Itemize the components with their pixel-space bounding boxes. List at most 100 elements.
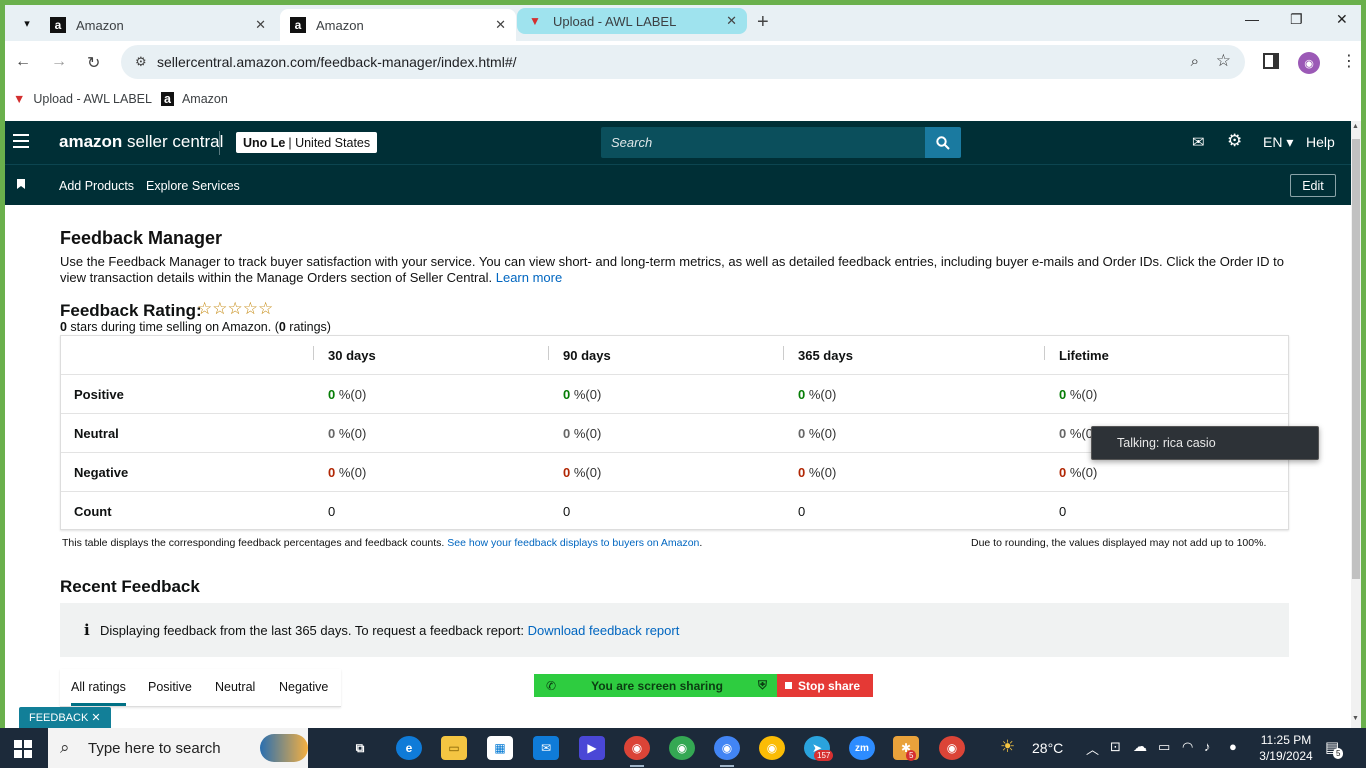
seller-central-logo[interactable]: amazon seller central: [59, 132, 223, 152]
mail-icon[interactable]: ✉: [1192, 133, 1205, 151]
stop-share-button[interactable]: Stop share: [777, 674, 873, 697]
language-selector[interactable]: EN ▾: [1263, 134, 1293, 151]
chrome-profile-icon[interactable]: ◉: [669, 736, 695, 760]
windows-start-icon[interactable]: [14, 740, 32, 758]
edit-button[interactable]: Edit: [1290, 174, 1336, 197]
zoom-icon[interactable]: ⌕: [1191, 53, 1199, 70]
row-label: Neutral: [74, 426, 119, 441]
profile-avatar[interactable]: ◉: [1298, 52, 1320, 74]
bookmark-label: Amazon: [181, 92, 228, 106]
chrome-icon[interactable]: ◉: [624, 736, 650, 760]
tab-all-ratings[interactable]: All ratings: [71, 680, 126, 706]
bookmark-amazon[interactable]: a Amazon: [161, 92, 228, 106]
search-box[interactable]: Search: [601, 127, 961, 158]
reload-icon[interactable]: ↻: [87, 53, 100, 73]
bookmark-star-icon[interactable]: ☆: [1216, 51, 1231, 71]
url-bar[interactable]: ⚙ sellercentral.amazon.com/feedback-mana…: [121, 45, 1245, 79]
tab-awl-label[interactable]: ▼ Upload - AWL LABEL ✕: [517, 8, 747, 34]
column-header: 365 days: [798, 348, 853, 363]
minimize-icon[interactable]: —: [1245, 11, 1259, 27]
bookmarks-bar: ▼ Upload - AWL LABEL a Amazon: [5, 85, 1361, 115]
file-explorer-icon[interactable]: ▭: [441, 736, 467, 760]
tray-chevron-icon[interactable]: ︿: [1086, 739, 1099, 758]
side-panel-icon[interactable]: [1263, 53, 1279, 69]
tab-amazon-2[interactable]: a Amazon ✕: [280, 9, 516, 41]
store-icon[interactable]: ▦: [487, 736, 513, 760]
tab-search-icon[interactable]: ▾: [13, 9, 41, 37]
mail-app-icon[interactable]: ✉: [533, 736, 559, 760]
chrome-active-icon[interactable]: ◉: [714, 736, 740, 760]
media-icon[interactable]: ▶: [579, 736, 605, 760]
page-scrollbar[interactable]: ▲ ▼: [1351, 121, 1361, 728]
column-separator: [548, 346, 549, 360]
edge-icon[interactable]: e: [396, 736, 422, 760]
help-link[interactable]: Help: [1306, 134, 1335, 150]
zoom-icon[interactable]: zm: [849, 736, 875, 760]
site-info-icon[interactable]: ⚙: [135, 54, 147, 70]
tab-neutral[interactable]: Neutral: [215, 680, 255, 694]
feedback-display-link[interactable]: See how your feedback displays to buyers…: [447, 537, 699, 549]
table-cell: 0 %(0): [1059, 387, 1097, 402]
bookmark-awl-label[interactable]: ▼ Upload - AWL LABEL: [13, 92, 152, 106]
weather-temp[interactable]: 28°C: [1032, 740, 1063, 756]
add-products-link[interactable]: Add Products: [59, 179, 134, 193]
restore-icon[interactable]: ❐: [1290, 11, 1303, 28]
gear-icon[interactable]: ⚙: [1227, 131, 1242, 151]
taskbar-search-input[interactable]: Type here to search: [88, 740, 221, 757]
meet-now-icon[interactable]: ⊡: [1110, 739, 1121, 755]
tab-positive[interactable]: Positive: [148, 680, 192, 694]
info-alert: i Displaying feedback from the last 365 …: [60, 603, 1289, 657]
windows-taskbar: ⌕ Type here to search ⧉ e ▭ ▦ ✉ ▶ ◉ ◉ ◉ …: [0, 728, 1366, 768]
count-cell: 0: [563, 504, 571, 519]
onedrive-icon[interactable]: ☁: [1133, 738, 1147, 755]
cell-pct: %(0): [570, 465, 602, 480]
menu-icon[interactable]: ⋮: [1341, 51, 1357, 71]
task-view-icon[interactable]: ⧉: [347, 736, 373, 760]
shield-icon: ⛨: [757, 678, 767, 692]
taskbar-search[interactable]: ⌕ Type here to search: [48, 728, 308, 768]
search-input[interactable]: Search: [611, 135, 652, 150]
tab-amazon-1[interactable]: a Amazon ✕: [40, 9, 276, 41]
download-report-link[interactable]: Download feedback report: [528, 623, 680, 638]
cell-pct: %(0): [1066, 465, 1098, 480]
column-header: 30 days: [328, 348, 376, 363]
tab-negative[interactable]: Negative: [279, 680, 328, 694]
url-text[interactable]: sellercentral.amazon.com/feedback-manage…: [157, 54, 517, 70]
telegram-badge: 157: [814, 750, 834, 761]
bookmark-icon[interactable]: [17, 179, 25, 189]
scroll-down-icon[interactable]: ▼: [1352, 715, 1359, 722]
forward-icon[interactable]: →: [51, 53, 67, 71]
explore-services-link[interactable]: Explore Services: [146, 179, 240, 193]
wifi-icon[interactable]: ◠: [1182, 739, 1193, 755]
new-tab-icon[interactable]: +: [757, 11, 769, 34]
page-title: Feedback Manager: [60, 228, 223, 248]
close-window-icon[interactable]: ✕: [1336, 11, 1348, 28]
table-cell: 0 %(0): [328, 387, 366, 402]
chrome-profile-3-icon[interactable]: ◉: [939, 736, 965, 760]
cell-pct: %(0): [805, 387, 837, 402]
sub-navigation: Add Products Explore Services Edit: [5, 164, 1351, 205]
close-icon[interactable]: ✕: [91, 711, 100, 724]
volume-icon[interactable]: ♪: [1204, 739, 1211, 754]
learn-more-link[interactable]: Learn more: [496, 270, 562, 285]
back-icon[interactable]: ←: [15, 53, 31, 71]
page-description: Use the Feedback Manager to track buyer …: [60, 254, 1292, 286]
close-icon[interactable]: ✕: [255, 17, 266, 33]
feedback-chip[interactable]: FEEDBACK ✕: [19, 707, 111, 728]
account-name: Uno Le: [243, 135, 286, 150]
table-cell: 0 %(0): [328, 465, 366, 480]
microphone-icon[interactable]: ●: [1229, 739, 1237, 754]
count-cell: 0: [798, 504, 806, 519]
account-switcher[interactable]: Uno Le | United States: [236, 132, 378, 153]
close-icon[interactable]: ✕: [726, 13, 737, 29]
battery-icon[interactable]: ▭: [1158, 739, 1170, 755]
scroll-up-icon[interactable]: ▲: [1352, 123, 1359, 130]
system-clock[interactable]: 11:25 PM 3/19/2024: [1250, 732, 1322, 764]
scrollbar-thumb[interactable]: [1352, 139, 1360, 579]
chrome-profile-2-icon[interactable]: ◉: [759, 736, 785, 760]
hamburger-menu-icon[interactable]: [13, 134, 29, 148]
close-icon[interactable]: ✕: [495, 17, 506, 33]
weather-icon[interactable]: ☀: [1000, 737, 1015, 757]
search-button[interactable]: [925, 127, 961, 158]
active-indicator: [720, 765, 734, 767]
